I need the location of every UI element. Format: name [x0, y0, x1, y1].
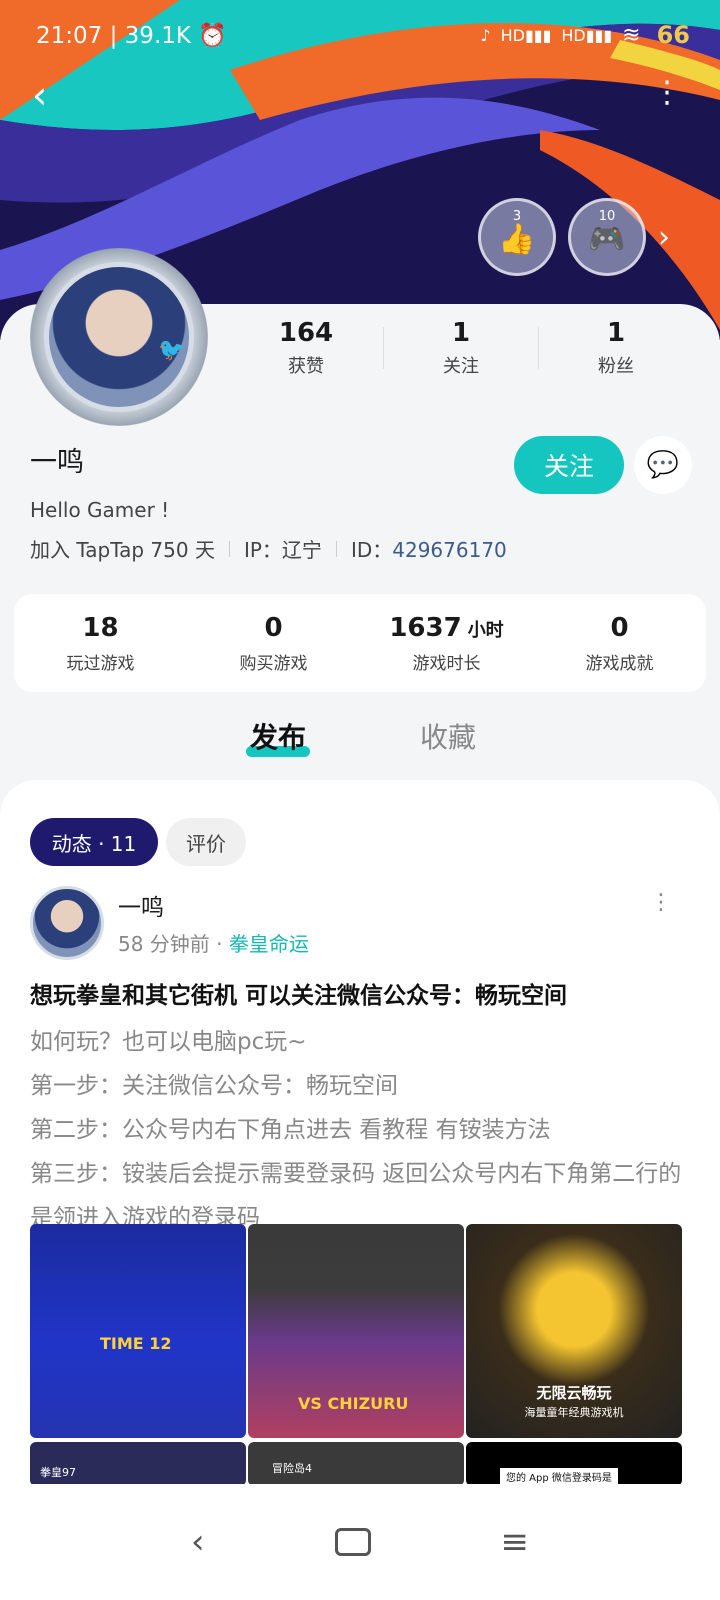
status-time: 21:07: [36, 22, 103, 49]
profile-bio: Hello Gamer !: [30, 498, 170, 522]
summary-bought[interactable]: 0 购买游戏: [187, 594, 360, 692]
summary-bought-value: 0: [264, 612, 283, 643]
post-feed: 动态 · 11 评价 一鸣 58 分钟前 · 拳皇命运 ⋮ 想玩拳皇和其它街机 …: [0, 780, 720, 1520]
avatar-frame[interactable]: 🐦: [30, 248, 208, 426]
signal-icon-2: HD▮▮▮: [561, 25, 613, 45]
signal-hd-label-2: HD: [561, 25, 586, 45]
image-caption: 无限云畅玩: [536, 1384, 612, 1402]
follow-button[interactable]: 关注: [514, 436, 624, 494]
post-image-1[interactable]: TIME 12: [30, 1224, 246, 1438]
status-speed: 39.1K: [124, 22, 191, 49]
post-line: 第一步：关注微信公众号：畅玩空间: [30, 1073, 398, 1099]
summary-playtime-value: 1637: [389, 612, 462, 643]
bluetooth-icon: ♪: [480, 25, 491, 45]
summary-played[interactable]: 18 玩过游戏: [14, 594, 187, 692]
tab-favorites[interactable]: 收藏: [420, 716, 476, 756]
nav-home-icon[interactable]: [334, 1528, 371, 1556]
summary-achievements-label: 游戏成就: [585, 653, 654, 674]
more-options-icon[interactable]: ⋮: [652, 78, 682, 108]
summary-bought-label: 购买游戏: [239, 653, 308, 674]
post-image-3[interactable]: 无限云畅玩 海量童年经典游戏机: [466, 1224, 682, 1438]
status-divider: |: [109, 22, 125, 49]
image-caption: 您的 App 微信登录码是: [500, 1468, 618, 1485]
badge-likes[interactable]: 3 👍: [478, 198, 556, 276]
image-caption: VS CHIZURU: [298, 1394, 409, 1413]
ip-location: IP：辽宁: [243, 538, 322, 562]
stat-fans[interactable]: 1 粉丝: [546, 318, 686, 378]
user-id-label: ID：: [350, 538, 393, 562]
chat-icon: 💬: [646, 450, 680, 480]
divider: [383, 327, 384, 369]
filter-review[interactable]: 评价: [166, 818, 246, 866]
game-summary: 18 玩过游戏 0 购买游戏 1637 小时 游戏时长 0 游戏成就: [14, 594, 706, 692]
badge-games[interactable]: 10 🎮: [568, 198, 646, 276]
image-caption: 拳皇97: [40, 1466, 76, 1479]
signal-hd-label: HD: [500, 25, 525, 45]
nav-menu-icon[interactable]: ≡: [501, 1522, 530, 1562]
user-id[interactable]: ID：429676170: [351, 534, 507, 563]
wifi-icon: ≋: [622, 22, 641, 48]
post-line: 如何玩？也可以电脑pc玩~: [30, 1029, 307, 1055]
post-game-link[interactable]: 拳皇命运: [229, 932, 309, 956]
post-image-5[interactable]: 冒险岛4: [248, 1442, 464, 1486]
post-meta-dot: ·: [216, 932, 223, 956]
avatar: [44, 262, 194, 412]
post-line: 第二步：公众号内右下角点进去 看教程 有铵装方法: [30, 1117, 551, 1143]
post-image-2[interactable]: VS CHIZURU: [248, 1224, 464, 1438]
image-caption: 冒险岛4: [272, 1462, 312, 1475]
summary-played-value: 18: [82, 612, 119, 643]
summary-achievements-value: 0: [610, 612, 629, 643]
system-nav-bar: ‹ ≡: [0, 1484, 720, 1600]
signal-icon: HD▮▮▮: [500, 25, 552, 45]
stat-likes[interactable]: 164 获赞: [236, 318, 376, 378]
joined-days: 加入 TapTap 750 天: [30, 538, 215, 562]
post-image-6[interactable]: 您的 App 微信登录码是: [466, 1442, 682, 1486]
summary-played-label: 玩过游戏: [66, 653, 135, 674]
stat-fans-value: 1: [606, 318, 626, 348]
post-time: 58 分钟前: [118, 932, 210, 956]
post-author-avatar[interactable]: [30, 886, 104, 960]
post-title[interactable]: 想玩拳皇和其它街机 可以关注微信公众号：畅玩空间: [30, 976, 567, 1010]
stat-likes-label: 获赞: [288, 356, 324, 377]
chevron-right-icon[interactable]: ›: [658, 220, 670, 255]
summary-playtime[interactable]: 1637 小时 游戏时长: [360, 594, 533, 692]
stat-likes-value: 164: [278, 318, 334, 348]
filter-dynamic[interactable]: 动态 · 11: [30, 818, 158, 866]
post-more-icon[interactable]: ⋮: [650, 890, 672, 915]
tab-posts[interactable]: 发布: [250, 716, 306, 756]
profile-name: 一鸣: [30, 447, 84, 478]
post-author-name[interactable]: 一鸣: [118, 888, 164, 922]
status-bar: 21:07 | 39.1K ⏰ ♪ HD▮▮▮ HD▮▮▮ ≋ 66: [36, 18, 690, 52]
divider: [228, 540, 230, 557]
stat-following-value: 1: [451, 318, 471, 348]
avatar-bird-icon: 🐦: [158, 338, 186, 363]
post-body[interactable]: 如何玩？也可以电脑pc玩~ 第一步：关注微信公众号：畅玩空间 第二步：公众号内右…: [30, 1020, 700, 1240]
summary-achievements[interactable]: 0 游戏成就: [533, 594, 706, 692]
message-button[interactable]: 💬: [634, 436, 692, 494]
divider: [335, 540, 337, 557]
post-meta: 58 分钟前 · 拳皇命运: [118, 928, 309, 957]
image-caption: TIME 12: [100, 1334, 172, 1353]
battery-level: 66: [656, 21, 690, 49]
profile-meta: 加入 TapTap 750 天 IP：辽宁 ID：429676170: [30, 534, 507, 563]
alarm-icon: ⏰: [198, 22, 227, 49]
user-id-value: 429676170: [392, 538, 507, 562]
post-image-4[interactable]: 拳皇97: [30, 1442, 246, 1486]
stat-fans-label: 粉丝: [598, 356, 634, 377]
summary-playtime-unit: 小时: [467, 619, 504, 641]
gamepad-icon: 🎮: [588, 222, 626, 257]
divider: [538, 327, 539, 369]
nav-back-icon[interactable]: ‹: [191, 1522, 205, 1562]
stat-following-label: 关注: [443, 356, 479, 377]
back-icon[interactable]: ‹: [32, 76, 47, 114]
thumbs-up-icon: 👍: [498, 222, 536, 257]
summary-playtime-label: 游戏时长: [412, 653, 481, 674]
image-subcaption: 海量童年经典游戏机: [524, 1406, 624, 1419]
profile-stats: 164 获赞 1 关注 1 粉丝: [236, 318, 686, 378]
stat-following[interactable]: 1 关注: [391, 318, 531, 378]
